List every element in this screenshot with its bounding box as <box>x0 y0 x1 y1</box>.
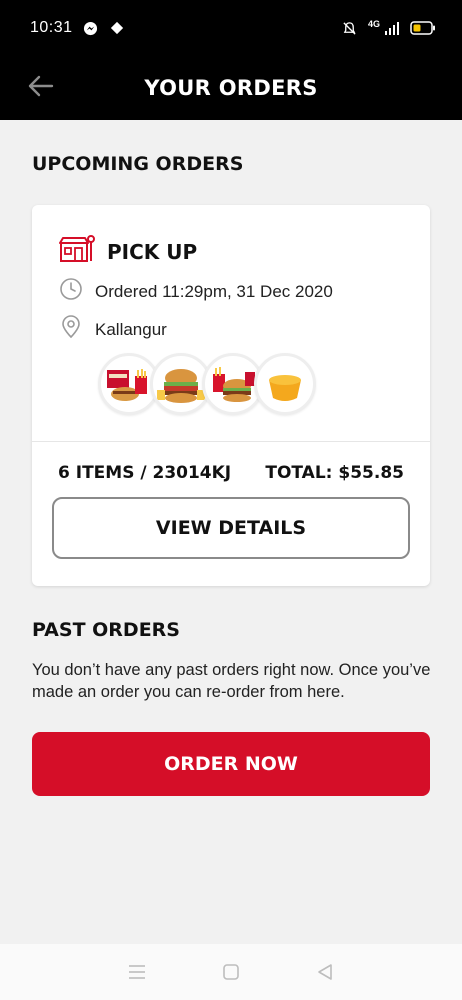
back-button[interactable] <box>22 68 58 104</box>
status-time: 10:31 <box>30 19 73 36</box>
pickup-label: PICK UP <box>107 239 198 264</box>
network-label: 4G <box>367 19 380 29</box>
sauce-thumbnail <box>254 353 316 415</box>
upcoming-orders-heading: UPCOMING ORDERS <box>32 153 244 175</box>
messenger-icon <box>83 20 99 36</box>
status-left: 10:31 <box>30 19 125 37</box>
location-text: Kallangur <box>95 319 167 339</box>
menu-button[interactable] <box>122 957 152 987</box>
order-total: TOTAL: $55.85 <box>265 463 404 483</box>
item-thumbnails <box>98 353 316 415</box>
clock-icon <box>59 277 83 306</box>
mute-icon <box>342 20 358 36</box>
store-icon <box>59 235 95 268</box>
home-button[interactable] <box>216 957 246 987</box>
page-title: YOUR ORDERS <box>144 76 318 100</box>
location-row: Kallangur <box>59 315 167 344</box>
signal-icon <box>384 20 400 36</box>
upcoming-order-card: PICK UP Ordered 11:29pm, 31 Dec 2020 Kal… <box>32 205 430 586</box>
order-summary: 6 ITEMS / 23014KJ TOTAL: $55.85 <box>58 463 404 483</box>
arrow-left-icon <box>28 75 54 97</box>
system-back-button[interactable] <box>310 957 340 987</box>
ordered-text: Ordered 11:29pm, 31 Dec 2020 <box>95 281 333 301</box>
signal-app-icon <box>109 20 125 36</box>
status-right: 4G <box>342 19 436 36</box>
back-triangle-icon <box>318 964 332 980</box>
view-details-button[interactable]: VIEW DETAILS <box>52 497 410 559</box>
menu-icon <box>129 965 145 979</box>
location-pin-icon <box>59 315 83 344</box>
items-summary: 6 ITEMS / 23014KJ <box>58 463 232 483</box>
ordered-row: Ordered 11:29pm, 31 Dec 2020 <box>59 277 333 306</box>
system-nav-bar <box>0 944 462 1000</box>
battery-icon <box>410 20 436 36</box>
home-square-icon <box>223 964 239 980</box>
pickup-row: PICK UP <box>59 235 197 268</box>
order-now-button[interactable]: ORDER NOW <box>32 732 430 796</box>
app-header: YOUR ORDERS <box>0 56 462 120</box>
status-bar: 10:31 4G <box>0 0 462 56</box>
card-top: PICK UP Ordered 11:29pm, 31 Dec 2020 Kal… <box>32 205 430 442</box>
past-orders-heading: PAST ORDERS <box>32 619 180 641</box>
past-orders-message: You don’t have any past orders right now… <box>32 661 431 701</box>
